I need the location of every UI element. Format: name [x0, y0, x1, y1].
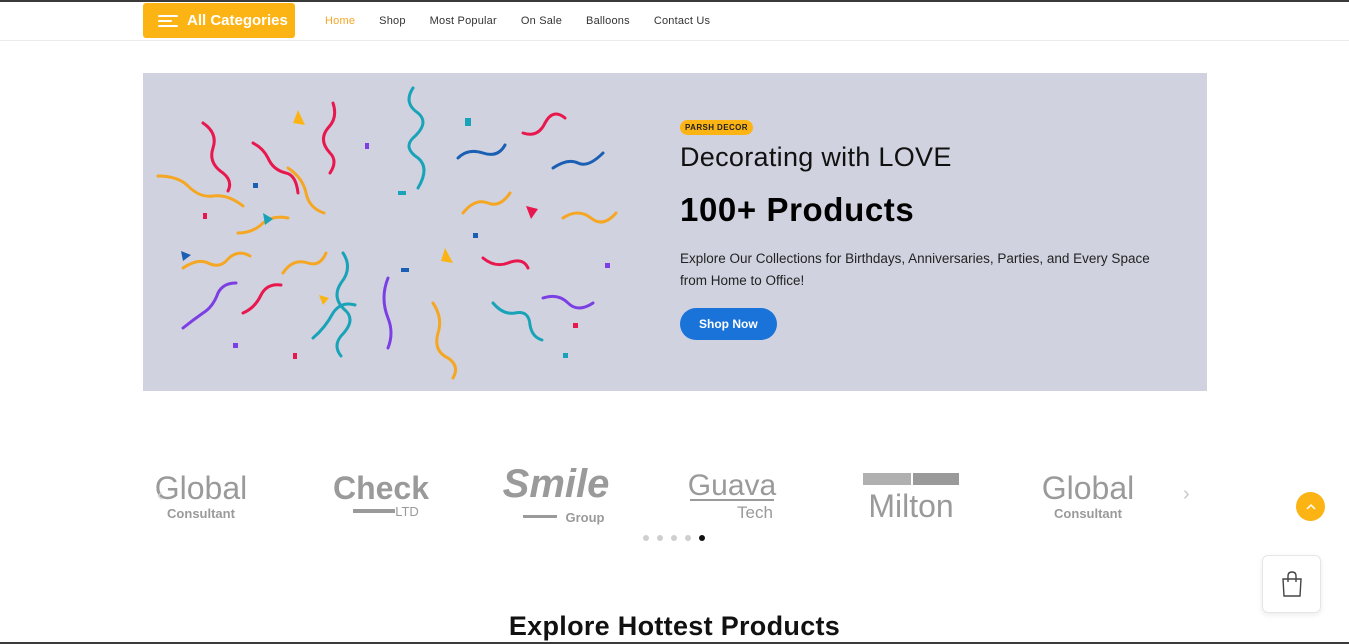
chevron-left-icon[interactable]: ‹: [157, 485, 163, 506]
hero-banner: PARSH DECOR Decorating with LOVE 100+ Pr…: [143, 73, 1207, 391]
brand-name: Smile: [503, 462, 610, 506]
carousel-dot[interactable]: [685, 535, 691, 541]
menu-icon: [158, 14, 178, 28]
chevron-up-icon: [1305, 503, 1316, 510]
brand-logo-global-2[interactable]: Global Consultant: [1024, 455, 1154, 530]
nav-link-contact-us[interactable]: Contact Us: [654, 15, 710, 27]
main-navbar: All Categories Home Shop Most Popular On…: [0, 2, 1349, 41]
all-categories-label: All Categories: [187, 12, 288, 29]
brand-carousel: Global Consultant Check LTD Smile Group …: [143, 455, 1207, 535]
nav-link-shop[interactable]: Shop: [379, 15, 406, 27]
hero-content: PARSH DECOR Decorating with LOVE 100+ Pr…: [680, 117, 1180, 340]
nav-link-on-sale[interactable]: On Sale: [521, 15, 562, 27]
nav-link-home[interactable]: Home: [325, 15, 355, 27]
brand-name: Global: [155, 470, 248, 506]
confetti-illustration: [156, 86, 618, 380]
carousel-dot[interactable]: [671, 535, 677, 541]
brand-tagline: LTD: [395, 504, 419, 519]
brand-tagline: Tech: [737, 503, 773, 522]
carousel-dot-active[interactable]: [699, 535, 705, 541]
brand-logo-milton[interactable]: Milton: [846, 455, 976, 530]
all-categories-button[interactable]: All Categories: [143, 3, 295, 38]
brand-badge: PARSH DECOR: [680, 120, 753, 135]
brand-tagline: Consultant: [1054, 506, 1123, 521]
brand-tagline: Consultant: [167, 506, 236, 521]
brand-name: Milton: [868, 488, 953, 524]
hero-subtitle: Decorating with LOVE: [680, 142, 952, 172]
hero-title: 100+ Products: [680, 191, 915, 228]
brand-name: Global: [1042, 470, 1135, 506]
chevron-right-icon[interactable]: ›: [1183, 483, 1190, 506]
carousel-pagination: [643, 535, 705, 541]
shop-now-button[interactable]: Shop Now: [680, 308, 777, 340]
floating-cart-button[interactable]: [1262, 555, 1321, 613]
hero-description: Explore Our Collections for Birthdays, A…: [680, 251, 1150, 288]
brand-name: Guava: [688, 469, 777, 502]
brand-name: Check: [333, 470, 429, 506]
brand-logo-check[interactable]: Check LTD: [323, 455, 453, 530]
primary-nav: Home Shop Most Popular On Sale Balloons …: [325, 2, 734, 39]
scroll-to-top-button[interactable]: [1296, 492, 1325, 521]
shopping-bag-icon: [1281, 571, 1302, 597]
nav-link-most-popular[interactable]: Most Popular: [430, 15, 497, 27]
nav-link-balloons[interactable]: Balloons: [586, 15, 630, 27]
brand-tagline: Group: [566, 510, 605, 525]
carousel-dot[interactable]: [657, 535, 663, 541]
brand-logo-smile[interactable]: Smile Group: [493, 455, 623, 530]
section-title: Explore Hottest Products: [508, 611, 841, 641]
brand-logo-guava[interactable]: Guava Tech: [670, 455, 800, 530]
carousel-dot[interactable]: [643, 535, 649, 541]
